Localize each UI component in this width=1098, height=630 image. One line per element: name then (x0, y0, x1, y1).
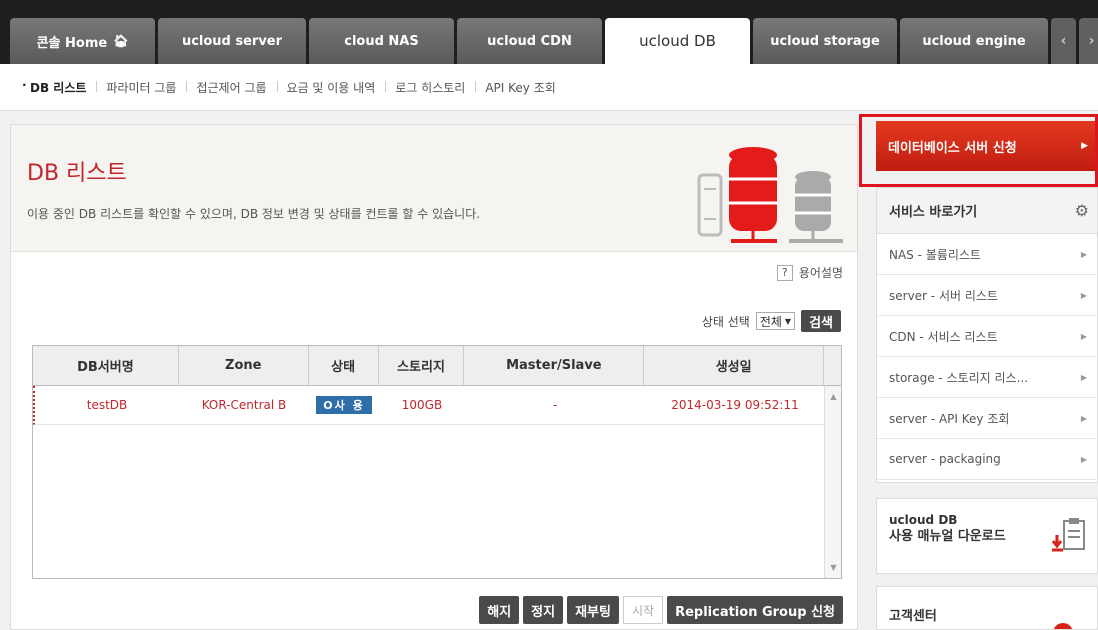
apply-db-server-button[interactable]: 데이터베이스 서버 신청 ▶ (876, 121, 1098, 171)
service-tabs: 콘솔 Home 🏠︎ ucloud server cloud NAS uclou… (10, 18, 1098, 64)
glossary-label: 용어설명 (798, 266, 843, 280)
cell-zone: KOR-Central B (201, 398, 287, 412)
column-header[interactable]: Master/Slave (464, 346, 645, 385)
download-icon (1051, 518, 1085, 552)
cell-db-name: testDB (86, 398, 128, 412)
status-select-value: 전체 (759, 314, 782, 329)
home-icon: 🏠︎ (113, 34, 129, 48)
action-buttons: 해지 정지 재부팅 시작 Replication Group 신청 (479, 596, 843, 624)
question-icon: ? (776, 264, 793, 281)
chevron-right-icon: › (1088, 33, 1095, 49)
submenu-billing[interactable]: 요금 및 이용 내역 (276, 79, 386, 96)
tab-label: cloud NAS (344, 33, 419, 49)
cell-status: O사 용 (309, 386, 379, 424)
caret-down-icon: ▼ (784, 316, 792, 326)
replication-group-button[interactable]: Replication Group 신청 (667, 596, 843, 624)
reboot-button[interactable]: 재부팅 (567, 596, 619, 624)
tab-console-home[interactable]: 콘솔 Home 🏠︎ (10, 18, 155, 64)
shortcut-label: server - API Key 조회 (889, 411, 1010, 426)
search-button[interactable]: 검색 (801, 310, 841, 332)
shortcut-nas-volume[interactable]: NAS - 볼륨리스트 ▶ (877, 234, 1097, 275)
tab-ucloud-storage[interactable]: ucloud storage (753, 18, 897, 64)
support-icon (1053, 623, 1073, 629)
tab-ucloud-db[interactable]: ucloud DB (605, 18, 750, 64)
tab-label: ucloud CDN (487, 33, 572, 49)
cell-master-slave: - (552, 398, 558, 412)
glossary-link[interactable]: ? 용어설명 (776, 264, 843, 281)
tab-label: ucloud server (181, 33, 283, 49)
header-scroll-cap (824, 346, 842, 385)
tab-label: ucloud DB (639, 32, 716, 50)
tab-ucloud-server[interactable]: ucloud server (158, 18, 306, 64)
column-header[interactable]: Zone (179, 346, 309, 385)
service-shortcuts: 서비스 바로가기 ⚙ NAS - 볼륨리스트 ▶ server - 서버 리스트 ▶… (876, 187, 1098, 483)
terminate-button[interactable]: 해지 (479, 596, 520, 624)
column-header[interactable]: 생성일 (644, 346, 825, 385)
page-description: 이용 중인 DB 리스트를 확인할 수 있으며, DB 정보 변경 및 상태를 … (27, 207, 481, 221)
shortcut-server-api-key[interactable]: server - API Key 조회 ▶ (877, 398, 1097, 439)
main-panel: DB 리스트 이용 중인 DB 리스트를 확인할 수 있으며, DB 정보 변경… (10, 124, 858, 630)
tab-prev-button[interactable]: ‹ (1051, 18, 1076, 64)
tab-cloud-nas[interactable]: cloud NAS (309, 18, 454, 64)
chevron-left-icon: ‹ (1060, 33, 1067, 49)
tab-ucloud-engine[interactable]: ucloud engine (900, 18, 1048, 64)
caret-right-icon: ▶ (1080, 249, 1087, 259)
tab-next-button[interactable]: › (1079, 18, 1098, 64)
caret-right-icon: ▶ (1080, 331, 1087, 341)
submenu-api-key[interactable]: API Key 조회 (475, 79, 565, 96)
shortcut-server-list[interactable]: server - 서버 리스트 ▶ (877, 275, 1097, 316)
table-header: DB서버명 Zone 상태 스토리지 Master/Slave 생성일 (33, 346, 842, 386)
caret-right-icon: ▶ (1080, 413, 1087, 423)
scroll-up-icon[interactable]: ▲ (825, 389, 842, 404)
tab-label: ucloud engine (922, 33, 1026, 49)
service-shortcuts-header: 서비스 바로가기 ⚙ (877, 188, 1097, 234)
column-header[interactable]: DB서버명 (33, 346, 179, 385)
top-navigation-bar: 콘솔 Home 🏠︎ ucloud server cloud NAS uclou… (0, 0, 1098, 64)
column-header[interactable]: 스토리지 (379, 346, 465, 385)
manual-download[interactable]: ucloud DB 사용 매뉴얼 다운로드 (876, 498, 1098, 574)
table-body: testDB KOR-Central B O사 용 100GB - 2014-0… (33, 386, 841, 578)
database-illustration-icon (697, 147, 843, 243)
caret-right-icon: ▶ (1081, 141, 1088, 151)
column-header[interactable]: 상태 (309, 346, 379, 385)
submenu-parameter-group[interactable]: 파라미터 그룹 (96, 79, 186, 96)
cell-storage: 100GB (401, 398, 443, 412)
caret-right-icon: ▶ (1080, 290, 1087, 300)
stop-button[interactable]: 정지 (523, 596, 564, 624)
shortcut-storage-list[interactable]: storage - 스토리지 리스... ▶ (877, 357, 1097, 398)
apply-db-server-label: 데이터베이스 서버 신청 (888, 140, 1017, 156)
customer-center-title: 고객센터 (889, 609, 937, 624)
caret-right-icon: ▶ (1080, 372, 1087, 382)
submenu-log-history[interactable]: 로그 히스토리 (385, 79, 475, 96)
tab-label: 콘솔 Home (36, 35, 108, 51)
status-select[interactable]: 전체 ▼ (755, 312, 796, 330)
shortcut-label: CDN - 서비스 리스트 (889, 329, 998, 344)
page-header: DB 리스트 이용 중인 DB 리스트를 확인할 수 있으며, DB 정보 변경… (11, 125, 857, 252)
service-shortcuts-title: 서비스 바로가기 (889, 205, 978, 220)
gear-icon[interactable]: ⚙ (1075, 201, 1089, 220)
customer-center[interactable]: 고객센터 (876, 586, 1098, 630)
cell-created-date: 2014-03-19 09:52:11 (671, 398, 799, 412)
status-filter-label: 상태 선택 (701, 314, 750, 329)
db-list-table: DB서버명 Zone 상태 스토리지 Master/Slave 생성일 test… (32, 345, 842, 579)
tab-label: ucloud storage (770, 33, 880, 49)
status-badge: O사 용 (316, 396, 372, 414)
shortcut-cdn-service[interactable]: CDN - 서비스 리스트 ▶ (877, 316, 1097, 357)
table-row[interactable]: testDB KOR-Central B O사 용 100GB - 2014-0… (33, 386, 841, 425)
status-filter: 상태 선택 전체 ▼ 검색 (702, 310, 841, 332)
table-scrollbar[interactable]: ▲ ▼ (824, 386, 841, 578)
start-button[interactable]: 시작 (622, 596, 664, 624)
shortcut-label: server - packaging (889, 452, 1001, 466)
sub-menu: DB 리스트 파라미터 그룹 접근제어 그룹 요금 및 이용 내역 로그 히스토… (0, 64, 1098, 111)
scroll-down-icon[interactable]: ▼ (825, 560, 842, 575)
shortcut-server-packaging[interactable]: server - packaging ▶ (877, 439, 1097, 480)
shortcut-label: storage - 스토리지 리스... (889, 370, 1029, 385)
submenu-access-control-group[interactable]: 접근제어 그룹 (186, 79, 276, 96)
submenu-db-list[interactable]: DB 리스트 (22, 78, 96, 96)
page-title: DB 리스트 (27, 161, 127, 186)
shortcut-label: server - 서버 리스트 (889, 288, 998, 303)
tab-ucloud-cdn[interactable]: ucloud CDN (457, 18, 602, 64)
caret-right-icon: ▶ (1080, 454, 1087, 464)
shortcut-label: NAS - 볼륨리스트 (889, 247, 981, 262)
